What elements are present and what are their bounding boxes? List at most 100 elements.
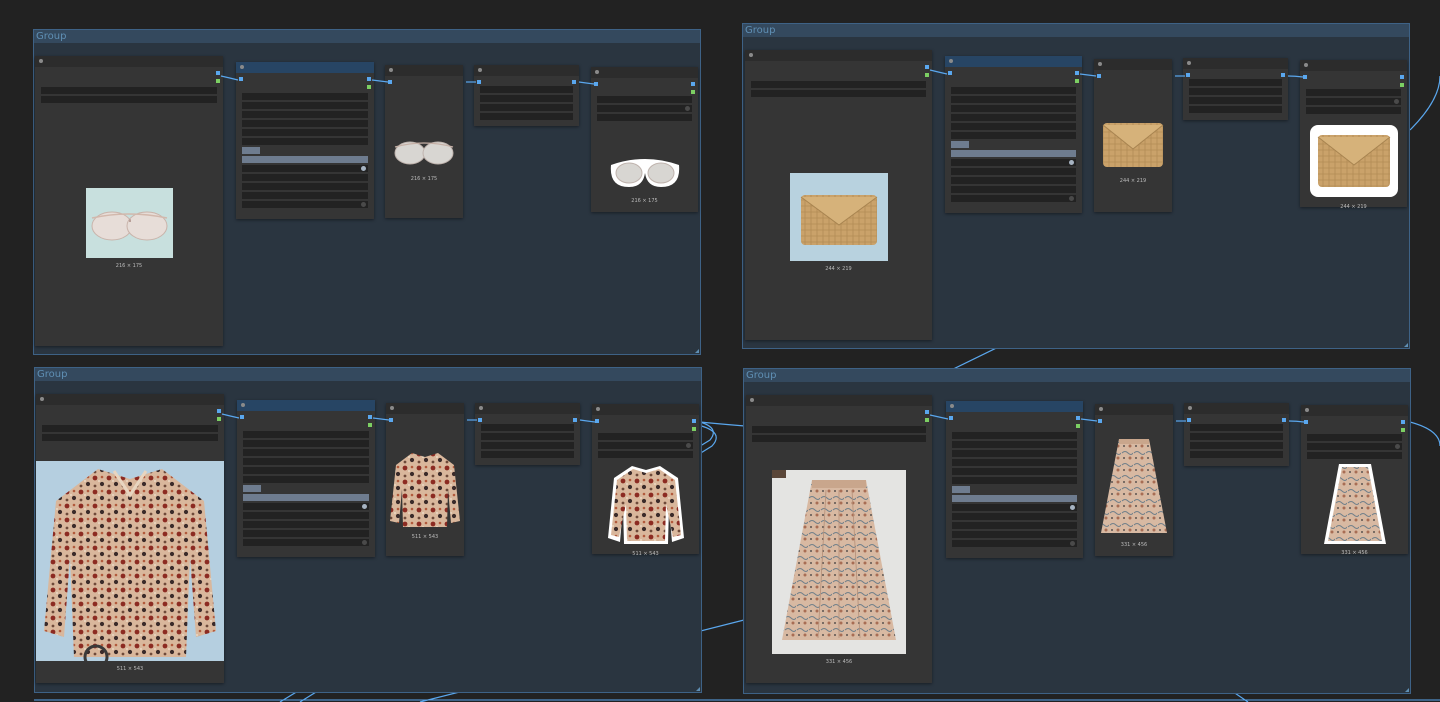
input-port[interactable] xyxy=(477,80,481,84)
input-port[interactable] xyxy=(948,71,952,75)
output-port-mask[interactable] xyxy=(691,90,695,94)
widget-field[interactable] xyxy=(952,450,1077,457)
widget-field[interactable] xyxy=(598,451,693,458)
widget-field[interactable] xyxy=(242,192,368,199)
node-title[interactable] xyxy=(591,67,698,78)
group-resize-handle[interactable] xyxy=(1404,343,1408,347)
settings-node[interactable] xyxy=(237,400,375,557)
collapse-dot[interactable] xyxy=(39,59,43,63)
widget-field[interactable] xyxy=(1307,452,1402,459)
model-loader-node[interactable] xyxy=(1184,403,1289,466)
widget-field[interactable] xyxy=(597,96,692,103)
widget-field[interactable] xyxy=(1190,442,1283,449)
widget-field[interactable] xyxy=(1306,89,1401,96)
widget-number[interactable] xyxy=(242,165,368,172)
widget-number[interactable] xyxy=(597,105,692,112)
resize-node[interactable]: 331 × 456 xyxy=(1095,404,1173,556)
widget-field[interactable] xyxy=(243,431,369,438)
output-port-mask[interactable] xyxy=(1400,83,1404,87)
node-title[interactable] xyxy=(237,400,375,411)
group-title[interactable]: Group xyxy=(744,369,1410,382)
node-title[interactable] xyxy=(1184,403,1289,414)
widget-field[interactable] xyxy=(42,434,218,441)
widget-field[interactable] xyxy=(1306,107,1401,114)
widget-field[interactable] xyxy=(480,104,573,111)
output-port[interactable] xyxy=(1075,71,1079,75)
group-resize-handle[interactable] xyxy=(695,349,699,353)
node-title[interactable] xyxy=(592,404,699,415)
output-port[interactable] xyxy=(216,71,220,75)
collapse-dot[interactable] xyxy=(240,65,244,69)
input-port[interactable] xyxy=(949,416,953,420)
widget-field[interactable] xyxy=(481,451,574,458)
group-title[interactable]: Group xyxy=(35,368,701,381)
widget-field[interactable] xyxy=(951,177,1076,184)
output-port[interactable] xyxy=(368,415,372,419)
widget-field[interactable] xyxy=(242,174,368,181)
widget-number[interactable] xyxy=(951,195,1076,202)
settings-node[interactable] xyxy=(945,56,1082,213)
output-port[interactable] xyxy=(692,419,696,423)
output-port-mask[interactable] xyxy=(925,73,929,77)
output-port[interactable] xyxy=(572,80,576,84)
widget-field[interactable] xyxy=(243,530,369,537)
widget-field[interactable] xyxy=(952,432,1077,439)
widget-field[interactable] xyxy=(481,424,574,431)
collapse-dot[interactable] xyxy=(1098,62,1102,66)
widget-toggle[interactable] xyxy=(243,485,261,492)
remove-background-node[interactable]: 244 × 219 xyxy=(1300,60,1407,210)
remove-background-node[interactable]: 511 × 543 xyxy=(592,404,699,557)
widget-field[interactable] xyxy=(952,531,1077,538)
output-port[interactable] xyxy=(1401,420,1405,424)
widget-field[interactable] xyxy=(951,132,1076,139)
output-port[interactable] xyxy=(925,410,929,414)
widget-number[interactable] xyxy=(952,540,1077,547)
node-title[interactable] xyxy=(385,65,463,76)
widget-field[interactable] xyxy=(951,105,1076,112)
widget-field[interactable] xyxy=(1189,88,1282,95)
node-title[interactable] xyxy=(236,62,374,73)
group-resize-handle[interactable] xyxy=(1405,688,1409,692)
collapse-dot[interactable] xyxy=(40,397,44,401)
collapse-dot[interactable] xyxy=(1188,406,1192,410)
input-port[interactable] xyxy=(389,418,393,422)
collapse-dot[interactable] xyxy=(596,407,600,411)
model-loader-node[interactable] xyxy=(1183,58,1288,120)
widget-slider[interactable] xyxy=(952,495,1077,502)
widget-field[interactable] xyxy=(952,468,1077,475)
widget-field[interactable] xyxy=(243,521,369,528)
widget-field[interactable] xyxy=(597,114,692,121)
input-port[interactable] xyxy=(595,419,599,423)
widget-field[interactable] xyxy=(1190,433,1283,440)
widget-field[interactable] xyxy=(1189,106,1282,113)
widget-number[interactable] xyxy=(598,442,693,449)
input-port[interactable] xyxy=(1098,419,1102,423)
resize-node[interactable]: 216 × 175 xyxy=(385,65,463,218)
widget-field[interactable] xyxy=(951,123,1076,130)
collapse-dot[interactable] xyxy=(479,406,483,410)
output-port-mask[interactable] xyxy=(925,418,929,422)
node-title[interactable] xyxy=(1094,59,1172,70)
output-port-mask[interactable] xyxy=(368,423,372,427)
widget-number[interactable] xyxy=(242,201,368,208)
widget-toggle[interactable] xyxy=(952,486,970,493)
output-port[interactable] xyxy=(1281,73,1285,77)
input-port[interactable] xyxy=(388,80,392,84)
load-image-node[interactable]: 511 × 543 xyxy=(36,394,224,683)
remove-background-node[interactable]: 331 × 456 xyxy=(1301,405,1408,556)
resize-node[interactable]: 244 × 219 xyxy=(1094,59,1172,212)
input-port[interactable] xyxy=(478,418,482,422)
widget-field[interactable] xyxy=(1190,424,1283,431)
input-port[interactable] xyxy=(1303,75,1307,79)
node-title[interactable] xyxy=(386,403,464,414)
collapse-dot[interactable] xyxy=(749,53,753,57)
input-port[interactable] xyxy=(1304,420,1308,424)
widget-field[interactable] xyxy=(41,96,217,103)
collapse-dot[interactable] xyxy=(390,406,394,410)
settings-node[interactable] xyxy=(946,401,1083,558)
output-port-mask[interactable] xyxy=(692,427,696,431)
widget-field[interactable] xyxy=(951,96,1076,103)
widget-field[interactable] xyxy=(1190,451,1283,458)
widget-toggle[interactable] xyxy=(242,147,260,154)
output-port-mask[interactable] xyxy=(1401,428,1405,432)
